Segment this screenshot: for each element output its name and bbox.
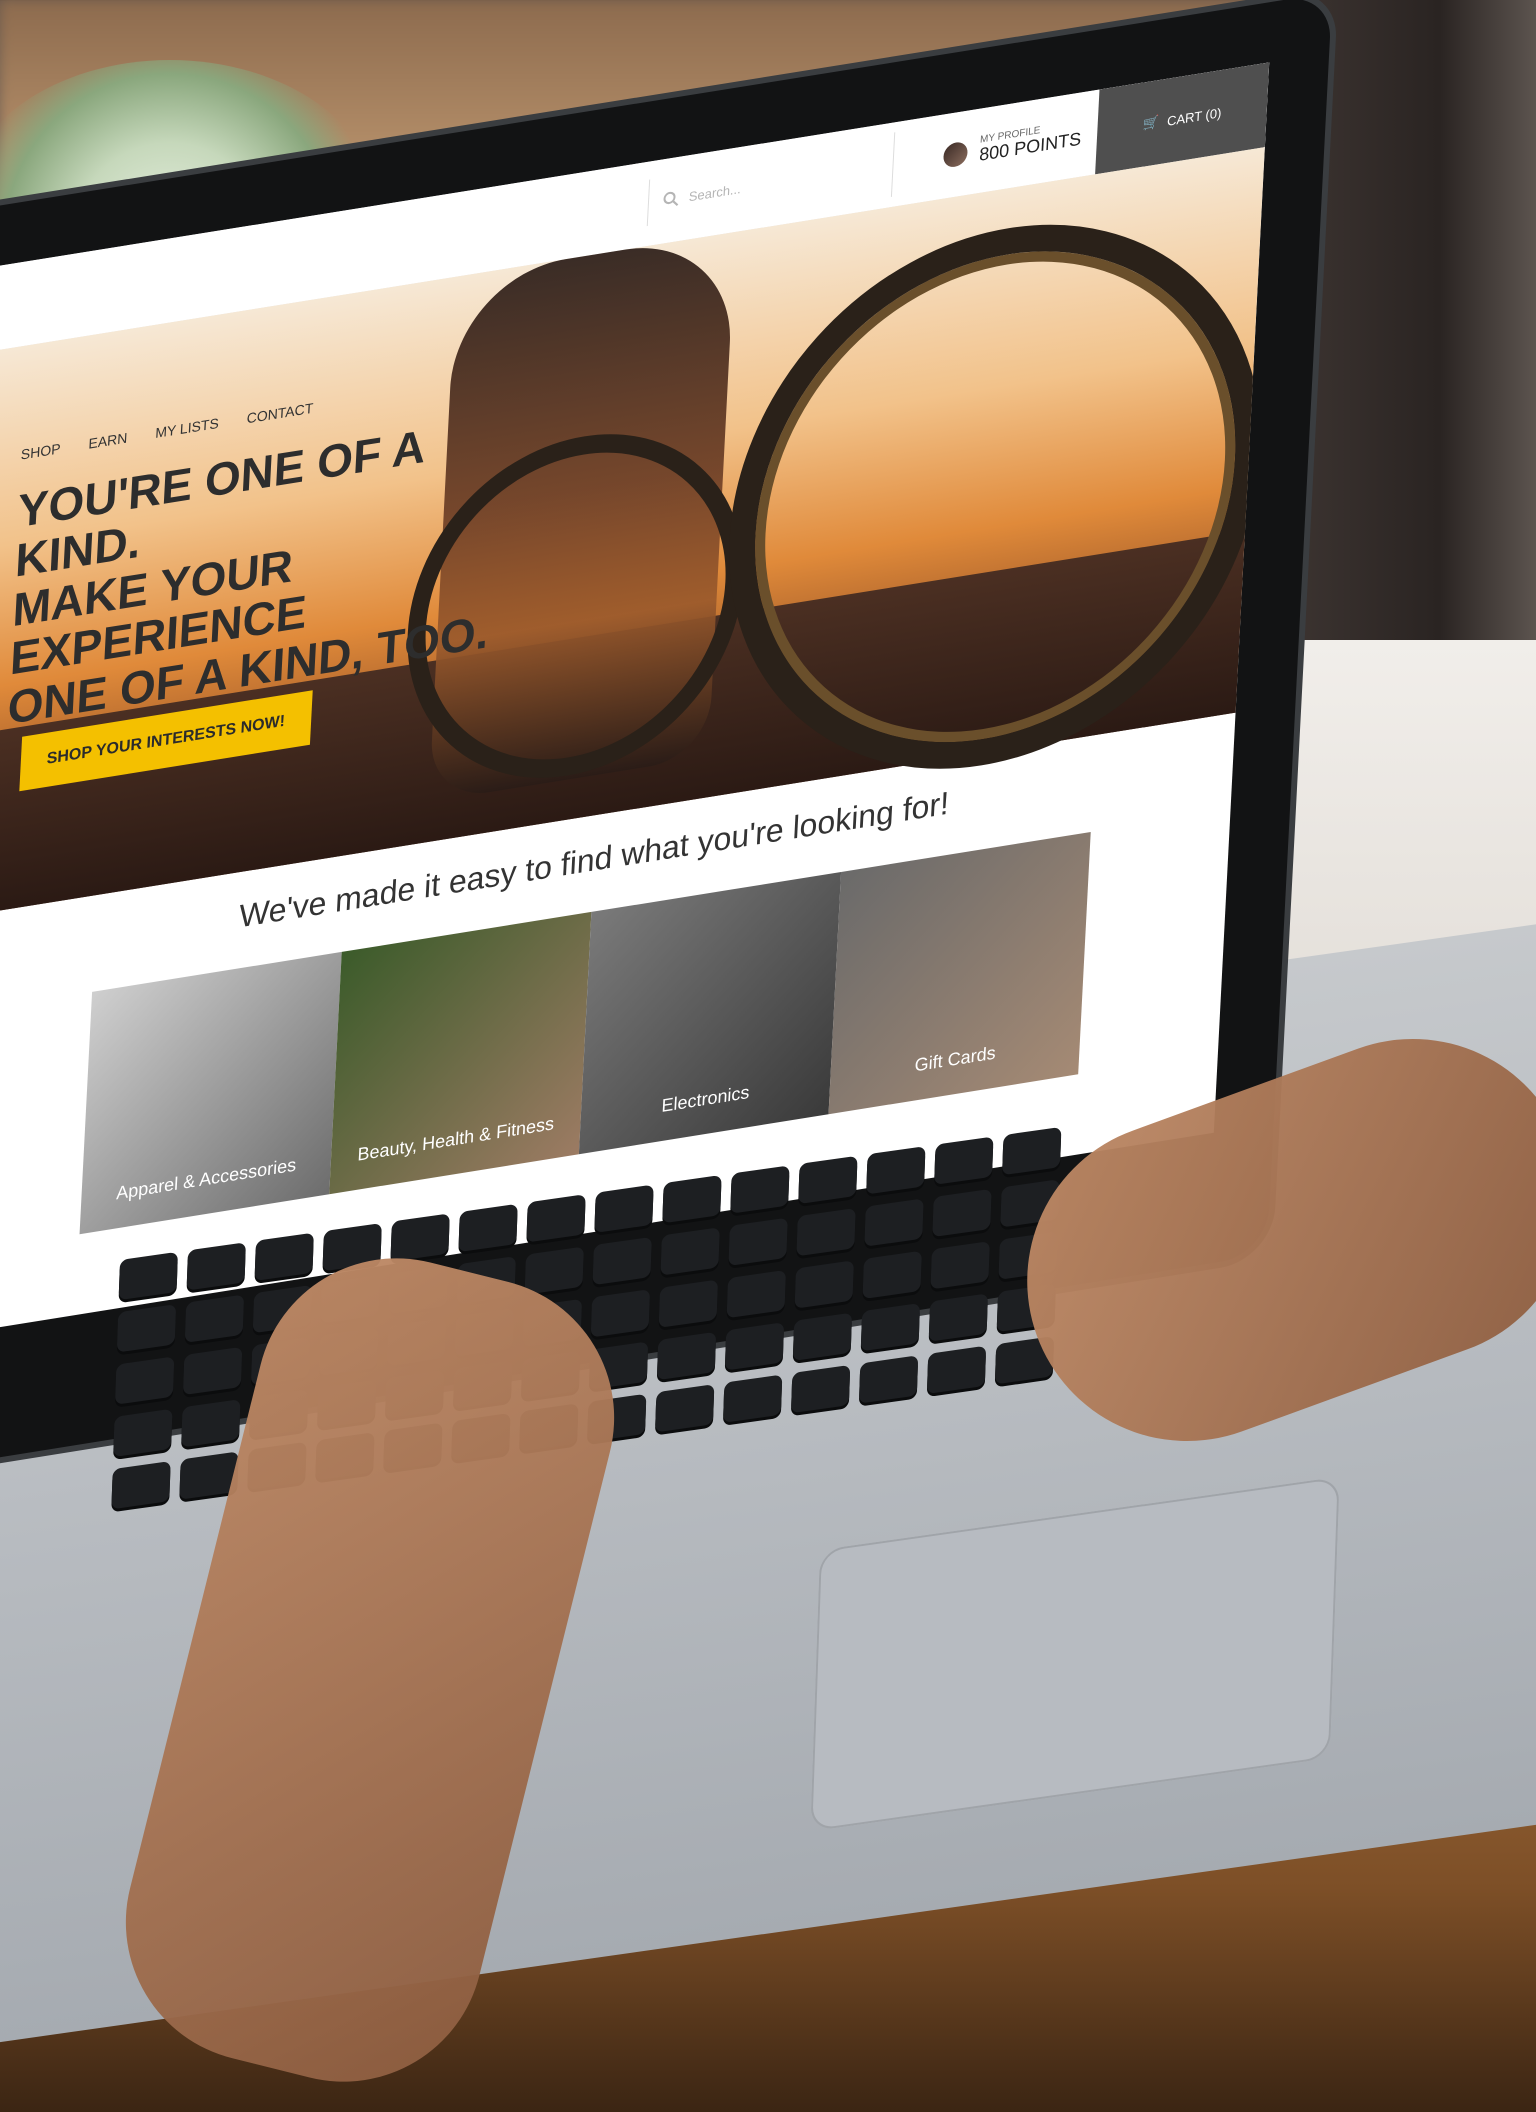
search-icon — [663, 190, 680, 209]
nav-earn[interactable]: EARN — [88, 429, 128, 451]
avatar — [942, 140, 969, 169]
search-placeholder: Search... — [688, 180, 742, 204]
category-gift-cards[interactable]: Gift Cards — [828, 831, 1091, 1115]
nav-contact[interactable]: CONTACT — [246, 400, 313, 427]
category-beauty-health-fitness[interactable]: Beauty, Health & Fitness — [329, 911, 592, 1195]
category-label: Beauty, Health & Fitness — [357, 1113, 555, 1165]
category-label: Gift Cards — [914, 1042, 997, 1076]
category-electronics[interactable]: Electronics — [578, 871, 842, 1155]
category-apparel[interactable]: Apparel & Accessories — [79, 951, 342, 1235]
cart-icon: 🛒 — [1142, 113, 1160, 132]
nav-my-lists[interactable]: MY LISTS — [155, 415, 219, 441]
category-label: Electronics — [661, 1081, 750, 1117]
nav-shop[interactable]: SHOP — [20, 440, 60, 463]
cart-label: CART (0) — [1166, 104, 1222, 129]
category-label: Apparel & Accessories — [115, 1154, 297, 1204]
